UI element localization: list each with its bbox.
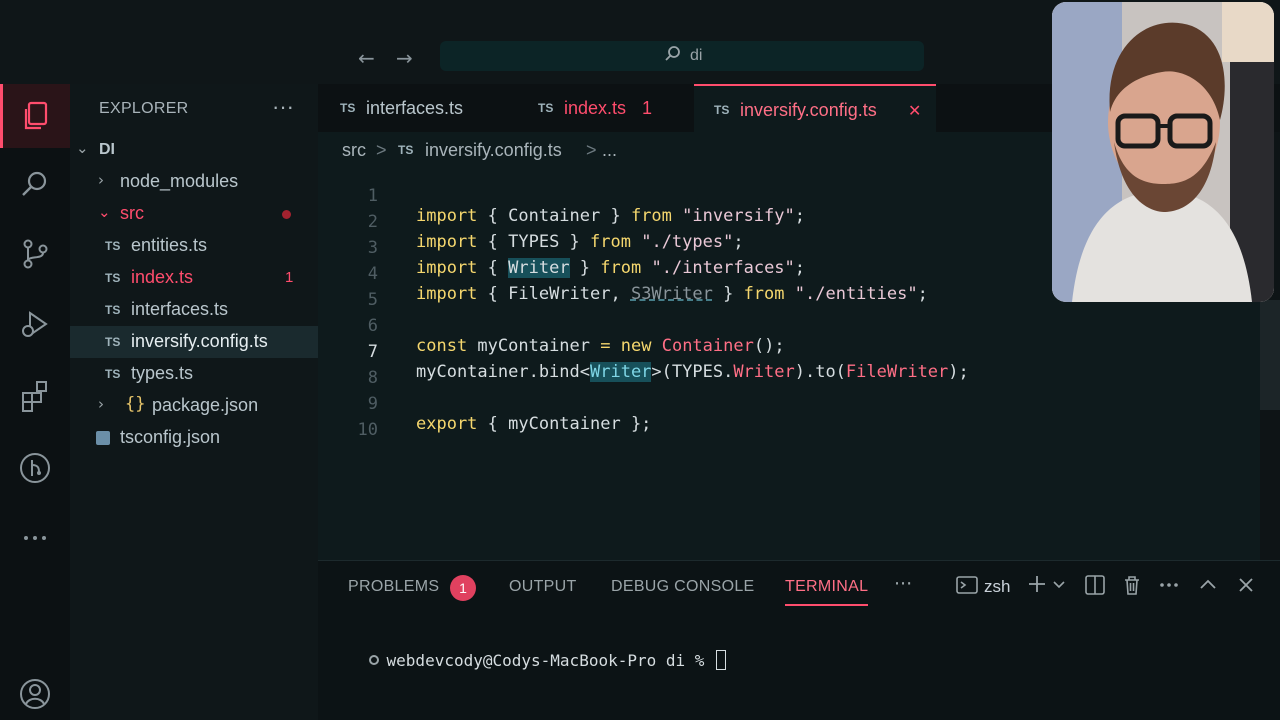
tab-index-ts[interactable]: TS index.ts 1 <box>516 84 694 132</box>
tree-item-interfaces-ts[interactable]: TS interfaces.ts <box>70 294 318 326</box>
more-icon[interactable] <box>0 506 70 570</box>
split-terminal-icon[interactable] <box>1084 574 1106 601</box>
typescript-file-icon: TS <box>105 335 121 349</box>
tree-item-inversify-config-ts[interactable]: TS inversify.config.ts <box>70 326 318 358</box>
new-terminal-icon[interactable] <box>1026 573 1048 600</box>
tree-item-label: package.json <box>152 395 259 415</box>
sidebar-more-icon[interactable]: ··· <box>272 94 294 120</box>
extensions-icon[interactable] <box>0 364 70 428</box>
tree-item-src[interactable]: ⌄ src <box>70 198 318 230</box>
tab-output[interactable]: OUTPUT <box>509 578 577 596</box>
error-count-badge: 1 <box>285 269 294 286</box>
tree-item-label: entities.ts <box>131 235 208 255</box>
tab-label: inversify.config.ts <box>740 100 877 120</box>
tree-item-label: index.ts <box>131 267 194 287</box>
chevron-down-icon: ⌄ <box>98 203 111 221</box>
editor-scrollbar[interactable] <box>1260 300 1280 410</box>
typescript-file-icon: TS <box>398 143 414 157</box>
git-graph-icon[interactable] <box>0 436 70 500</box>
typescript-file-icon: TS <box>105 239 121 253</box>
terminal-status-icon <box>368 655 379 665</box>
explorer-icon[interactable] <box>0 84 70 148</box>
terminal-shell-label[interactable]: zsh <box>984 577 1010 597</box>
tree-item-label: interfaces.ts <box>131 299 229 319</box>
close-panel-icon[interactable] <box>1235 574 1257 601</box>
presenter-video-image <box>1052 2 1274 302</box>
bottom-panel: PROBLEMS 1 OUTPUT DEBUG CONSOLE TERMINAL… <box>318 560 1280 720</box>
chevron-right-icon: › <box>98 171 104 189</box>
code-line: 9 export { myContainer }; <box>318 374 1260 434</box>
account-icon[interactable] <box>0 662 70 720</box>
tree-item-node-modules[interactable]: › node_modules <box>70 166 318 198</box>
command-center-text: di <box>690 47 703 64</box>
activity-bar <box>0 84 70 720</box>
typescript-file-icon: TS <box>340 101 356 115</box>
tab-inversify-config-ts[interactable]: TS inversify.config.ts ✕ <box>694 84 936 132</box>
breadcrumb-separator: > <box>586 140 597 160</box>
tab-label: interfaces.ts <box>366 98 464 118</box>
chevron-down-icon[interactable] <box>1052 575 1066 598</box>
tab-error-count: 1 <box>642 98 653 118</box>
tree-item-label: tsconfig.json <box>120 427 221 447</box>
sidebar-title: EXPLORER <box>99 100 189 117</box>
code-line: 10 <box>318 400 1260 440</box>
typescript-file-icon: TS <box>105 303 121 317</box>
tree-item-index-ts[interactable]: TS index.ts 1 <box>70 262 318 294</box>
forward-arrow-icon[interactable]: → <box>396 46 413 70</box>
panel-more-icon[interactable]: ··· <box>894 573 912 595</box>
breadcrumb-file[interactable]: inversify.config.ts <box>425 140 562 161</box>
terminal-cursor <box>716 650 727 670</box>
line-number: 10 <box>357 420 378 440</box>
tab-terminal[interactable]: TERMINAL <box>785 578 869 606</box>
tree-item-entities-ts[interactable]: TS entities.ts <box>70 230 318 262</box>
typescript-file-icon: TS <box>714 103 730 117</box>
terminal-prompt: webdevcody@Codys-MacBook-Pro di % <box>386 651 715 670</box>
terminal-shell-icon <box>956 574 978 601</box>
chevron-down-icon: ⌄ <box>76 139 89 157</box>
tree-item-label: types.ts <box>131 363 194 383</box>
code-line: 8 <box>318 348 1260 388</box>
search-icon <box>664 45 682 68</box>
close-icon[interactable]: ✕ <box>908 101 921 120</box>
tree-item-label: inversify.config.ts <box>131 331 268 351</box>
breadcrumb-more[interactable]: ... <box>602 140 617 161</box>
source-control-icon[interactable] <box>0 222 70 286</box>
tree-item-label: src <box>120 203 144 223</box>
tree-item-package-json[interactable]: › {} package.json <box>70 390 318 422</box>
typescript-file-icon: TS <box>105 367 121 381</box>
json-file-icon: {} <box>125 394 146 414</box>
more-actions-icon[interactable] <box>1158 574 1180 601</box>
tree-item-label: node_modules <box>120 171 239 191</box>
run-debug-icon[interactable] <box>0 292 70 356</box>
tsconfig-file-icon <box>96 431 110 445</box>
search-icon[interactable] <box>0 152 70 216</box>
webcam-overlay <box>1052 2 1274 302</box>
code-line-current: 7 myContainer.bind<Writer>(TYPES.Writer)… <box>318 322 1260 382</box>
tab-debug-console[interactable]: DEBUG CONSOLE <box>611 578 755 596</box>
error-dot-icon <box>282 210 291 219</box>
typescript-file-icon: TS <box>105 271 121 285</box>
explorer-sidebar: EXPLORER ··· ⌄ DI › node_modules ⌄ src T… <box>70 84 318 720</box>
tree-root-label: DI <box>99 141 115 158</box>
maximize-panel-icon[interactable] <box>1197 574 1219 601</box>
problems-count-badge: 1 <box>450 575 476 601</box>
back-arrow-icon[interactable]: ← <box>358 46 375 70</box>
tree-item-tsconfig-json[interactable]: tsconfig.json <box>70 422 318 454</box>
tree-item-types-ts[interactable]: TS types.ts <box>70 358 318 390</box>
command-center-search[interactable]: di <box>440 41 924 71</box>
trash-icon[interactable] <box>1121 574 1143 601</box>
typescript-file-icon: TS <box>538 101 554 115</box>
terminal-output[interactable]: webdevcody@Codys-MacBook-Pro di % <box>330 631 727 689</box>
tab-label: index.ts <box>564 98 627 118</box>
tree-root-di[interactable]: ⌄ DI <box>70 134 318 166</box>
breadcrumb-separator: > <box>376 140 387 160</box>
tab-interfaces-ts[interactable]: TS interfaces.ts <box>318 84 516 132</box>
chevron-right-icon: › <box>98 395 104 413</box>
tab-problems[interactable]: PROBLEMS <box>348 578 439 596</box>
breadcrumb-folder[interactable]: src <box>342 140 366 161</box>
